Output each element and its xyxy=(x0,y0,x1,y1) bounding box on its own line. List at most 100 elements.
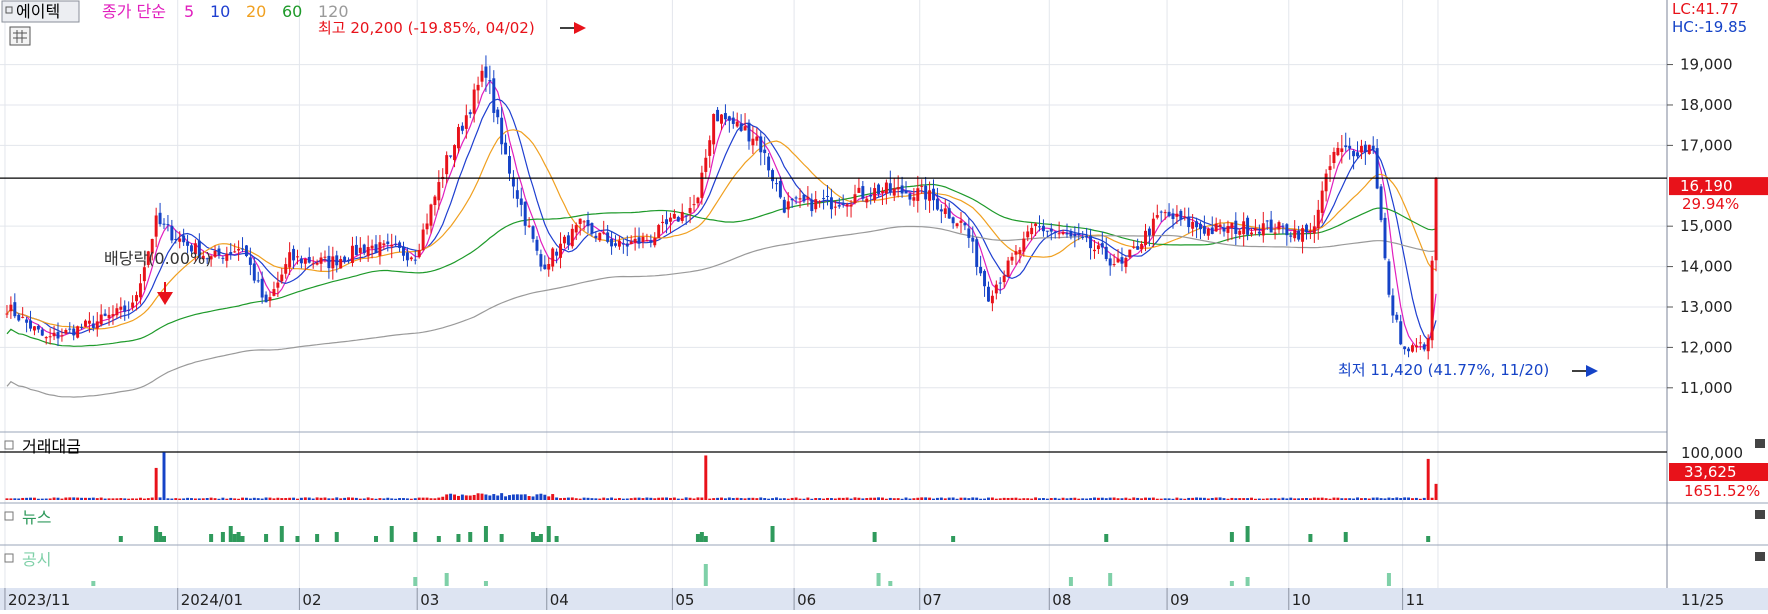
date-tick-label: 02 xyxy=(302,591,321,609)
candle-body xyxy=(1206,228,1210,236)
candle-body xyxy=(865,198,869,203)
candle-body xyxy=(233,251,237,253)
volume-bar xyxy=(511,494,515,500)
candle-body xyxy=(1112,264,1116,266)
volume-bar xyxy=(5,498,9,500)
volume-bar xyxy=(877,497,881,500)
volume-bar xyxy=(888,497,892,500)
volume-bar xyxy=(759,497,763,500)
volume-bar xyxy=(1167,498,1171,500)
candle-body xyxy=(1403,346,1407,350)
volume-bar xyxy=(1061,497,1065,500)
volume-bar xyxy=(40,498,44,500)
candle-body xyxy=(614,243,617,246)
candle-body xyxy=(17,314,21,321)
volume-bar xyxy=(873,497,877,500)
volume-bar xyxy=(833,498,837,500)
low-annotation: 최저 11,420 (41.77%, 11/20) xyxy=(1338,361,1549,379)
volume-bar xyxy=(13,498,17,500)
news-bar xyxy=(1308,534,1313,542)
candle-body xyxy=(574,225,578,233)
candle-body xyxy=(1320,190,1324,213)
candle-body xyxy=(967,228,971,238)
candle-body xyxy=(1222,228,1226,232)
candle-body xyxy=(178,238,182,242)
disclosure-bar xyxy=(1245,577,1250,586)
candle-body xyxy=(76,326,80,338)
volume-bar xyxy=(543,494,547,500)
candle-body xyxy=(1379,186,1383,221)
volume-bar xyxy=(1226,498,1230,500)
volume-bar xyxy=(1352,498,1356,500)
volume-bar xyxy=(36,498,40,500)
volume-bar xyxy=(335,497,339,500)
news-bar xyxy=(209,534,214,542)
candle-body xyxy=(378,242,382,256)
volume-panel-close-icon[interactable] xyxy=(1755,439,1765,448)
volume-bar xyxy=(1195,497,1199,500)
candle-body xyxy=(138,283,142,298)
volume-bar xyxy=(229,497,233,500)
volume-bar xyxy=(1348,498,1352,500)
candle-body xyxy=(1277,222,1281,230)
volume-bar xyxy=(1375,497,1379,500)
candle-body xyxy=(323,256,327,258)
volume-bar xyxy=(1320,497,1324,500)
candle-body xyxy=(641,237,645,242)
volume-bar xyxy=(606,498,610,500)
candle-body xyxy=(111,314,115,317)
candle-body xyxy=(1093,249,1096,252)
volume-bar xyxy=(1147,497,1151,500)
candle-body xyxy=(409,257,413,260)
candle-body xyxy=(1375,148,1379,189)
volume-bar xyxy=(374,498,378,500)
candle-body xyxy=(920,185,924,187)
volume-bar xyxy=(704,455,708,500)
candle-body xyxy=(1116,258,1120,263)
hc-label: HC:-19.85 xyxy=(1672,18,1747,36)
volume-bar xyxy=(1175,497,1179,500)
volume-bar xyxy=(692,498,696,500)
volume-bar xyxy=(822,498,826,500)
candle-body xyxy=(680,211,684,221)
candle-body xyxy=(1202,225,1206,234)
volume-bar xyxy=(971,497,975,500)
volume-bar xyxy=(413,498,417,500)
volume-bar xyxy=(166,498,170,500)
candle-body xyxy=(975,239,979,267)
candle-body xyxy=(1352,150,1356,157)
candle-body xyxy=(884,182,888,194)
volume-bar xyxy=(276,497,280,500)
disclosure-panel-close-icon[interactable] xyxy=(1755,552,1765,561)
candle-body xyxy=(845,204,849,207)
volume-bar xyxy=(390,498,394,500)
candle-body xyxy=(68,328,72,330)
volume-bar xyxy=(523,494,527,500)
volume-bar xyxy=(319,497,323,500)
volume-bar xyxy=(688,497,692,500)
candle-body xyxy=(237,248,241,251)
candle-body xyxy=(637,237,641,244)
volume-bar xyxy=(9,498,13,500)
candle-body xyxy=(460,125,464,131)
candle-body xyxy=(1434,178,1438,261)
candle-body xyxy=(559,243,563,258)
candle-body xyxy=(1179,210,1183,220)
ma-legend-item: 60 xyxy=(282,2,302,21)
candle-body xyxy=(504,142,508,155)
volume-bar xyxy=(1112,497,1116,500)
volume-bar xyxy=(1096,497,1100,500)
candle-body xyxy=(103,313,107,316)
news-panel-close-icon[interactable] xyxy=(1755,510,1765,519)
volume-bar xyxy=(676,498,680,500)
volume-bar xyxy=(610,497,614,500)
news-bar xyxy=(703,536,708,542)
candle-body xyxy=(1089,235,1093,249)
volume-bar xyxy=(386,497,390,500)
candle-body xyxy=(888,183,892,193)
volume-bar xyxy=(378,498,382,500)
chart-background xyxy=(0,0,1768,610)
volume-bar xyxy=(802,498,806,500)
candle-body xyxy=(217,248,221,256)
grid-icon[interactable] xyxy=(9,26,31,46)
